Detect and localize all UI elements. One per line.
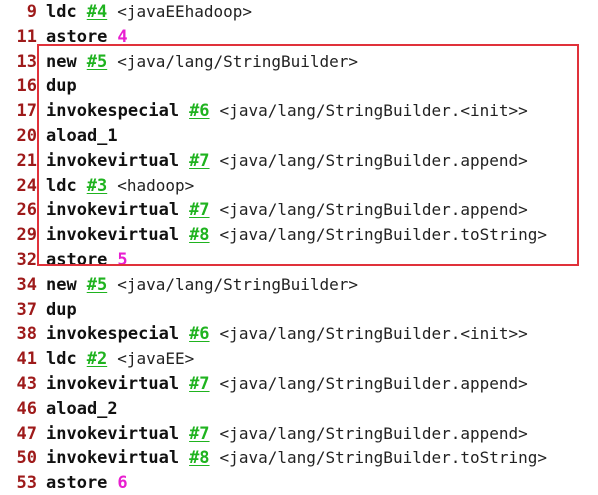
constant-comment: <java/lang/StringBuilder.toString>: [219, 225, 548, 245]
constant-pool-ref-link[interactable]: #7: [189, 151, 209, 171]
opcode: dup: [46, 299, 77, 320]
opcode: ldc: [46, 2, 77, 22]
constant-pool-ref-link[interactable]: #6: [189, 101, 209, 121]
instruction-offset: 20: [16, 126, 37, 146]
opcode: invokespecial: [46, 101, 180, 122]
instruction-line: 34 new #5 <java/lang/StringBuilder>: [0, 273, 359, 297]
opcode: invokevirtual: [46, 200, 180, 221]
opcode: aload_2: [46, 398, 118, 419]
instruction-line: 37 dup: [0, 298, 77, 322]
constant-pool-ref-link[interactable]: #4: [87, 2, 107, 22]
constant-pool-ref-link[interactable]: #8: [189, 448, 209, 468]
instruction-offset: 34: [16, 274, 37, 295]
instruction-line: 16 dup: [0, 74, 77, 98]
instruction-line: 43 invokevirtual #7 <java/lang/StringBuilde…: [0, 372, 528, 396]
constant-comment: <javaEEhadoop>: [117, 2, 253, 21]
instruction-offset: 50: [16, 448, 37, 469]
instruction-offset: 16: [16, 76, 37, 97]
constant-pool-ref-link[interactable]: #6: [189, 324, 209, 344]
constant-pool-ref-link[interactable]: #8: [189, 225, 209, 245]
constant-comment: <javaEE>: [117, 349, 195, 369]
opcode: new: [46, 51, 77, 72]
instruction-offset: 29: [16, 225, 37, 246]
opcode: ldc: [46, 349, 77, 370]
constant-comment: <java/lang/StringBuilder.<init>>: [219, 101, 528, 121]
opcode: invokevirtual: [46, 374, 180, 394]
instruction-line: 46 aload_2: [0, 397, 118, 421]
opcode: dup: [46, 76, 77, 97]
constant-pool-ref-link[interactable]: #2: [87, 349, 107, 369]
instruction-line: 20 aload_1: [0, 124, 118, 148]
instruction-offset: 26: [16, 200, 37, 221]
constant-comment: <java/lang/StringBuilder>: [117, 274, 359, 294]
instruction-line: 29 invokevirtual #8 <java/lang/StringBuilde…: [0, 223, 548, 247]
opcode: astore: [46, 250, 108, 270]
instruction-offset: 9: [26, 2, 37, 22]
instruction-line: 47 invokevirtual #7 <java/lang/StringBuilde…: [0, 422, 528, 446]
constant-comment: <hadoop>: [117, 175, 195, 195]
constant-comment: <java/lang/StringBuilder.toString>: [219, 448, 548, 468]
instruction-offset: 38: [16, 324, 37, 345]
instruction-line: 38 invokespecial #6 <java/lang/StringBuilde…: [0, 322, 528, 346]
opcode: astore: [46, 26, 108, 47]
instruction-offset: 11: [16, 26, 37, 47]
instruction-offset: 17: [16, 101, 37, 122]
constant-comment: <java/lang/StringBuilder.append>: [219, 200, 528, 220]
instruction-line: 53 astore 6: [0, 471, 128, 495]
constant-comment: <java/lang/StringBuilder.append>: [219, 423, 528, 443]
opcode: invokevirtual: [46, 423, 180, 444]
opcode: invokevirtual: [46, 150, 180, 171]
instruction-offset: 53: [16, 473, 37, 494]
instruction-offset: 13: [16, 51, 37, 72]
constant-comment: <java/lang/StringBuilder.append>: [219, 150, 528, 170]
instruction-line: 17 invokespecial #6 <java/lang/StringBuilde…: [0, 99, 528, 123]
instruction-offset: 24: [16, 175, 37, 196]
instruction-line: 41 ldc #2 <javaEE>: [0, 347, 195, 371]
local-variable-index: 4: [117, 26, 128, 47]
constant-comment: <java/lang/StringBuilder>: [117, 51, 359, 71]
constant-pool-ref-link[interactable]: #7: [189, 424, 209, 444]
opcode: invokespecial: [46, 324, 180, 345]
opcode: new: [46, 274, 77, 295]
instruction-line: 32 astore 5: [0, 248, 128, 272]
instruction-offset: 47: [16, 423, 37, 444]
constant-comment: <java/lang/StringBuilder.append>: [219, 374, 528, 393]
instruction-offset: 43: [16, 374, 37, 394]
instruction-line: 11 astore 4: [0, 25, 128, 49]
instruction-offset: 37: [16, 299, 37, 320]
opcode: astore: [46, 473, 108, 494]
instruction-line: 26 invokevirtual #7 <java/lang/StringBuilde…: [0, 198, 528, 222]
constant-pool-ref-link[interactable]: #7: [189, 374, 209, 394]
opcode: invokevirtual: [46, 448, 180, 469]
instruction-offset: 41: [16, 349, 37, 370]
constant-pool-ref-link[interactable]: #3: [87, 176, 107, 196]
instruction-line: 13 new #5 <java/lang/StringBuilder>: [0, 50, 359, 74]
opcode: aload_1: [46, 126, 118, 146]
instruction-line: 24 ldc #3 <hadoop>: [0, 174, 195, 198]
instruction-offset: 32: [16, 250, 37, 270]
constant-pool-ref-link[interactable]: #5: [87, 275, 107, 295]
constant-pool-ref-link[interactable]: #7: [189, 200, 209, 220]
instruction-line: 9 ldc #4 <javaEEhadoop>: [0, 0, 252, 24]
instruction-offset: 21: [16, 150, 37, 171]
constant-comment: <java/lang/StringBuilder.<init>>: [219, 324, 528, 344]
instruction-offset: 46: [16, 398, 37, 419]
opcode: ldc: [46, 175, 77, 196]
opcode: invokevirtual: [46, 225, 180, 246]
instruction-line: 50 invokevirtual #8 <java/lang/StringBuilde…: [0, 446, 548, 470]
constant-pool-ref-link[interactable]: #5: [87, 52, 107, 72]
local-variable-index: 5: [117, 250, 128, 270]
local-variable-index: 6: [117, 473, 128, 494]
instruction-line: 21 invokevirtual #7 <java/lang/StringBuilde…: [0, 149, 528, 173]
